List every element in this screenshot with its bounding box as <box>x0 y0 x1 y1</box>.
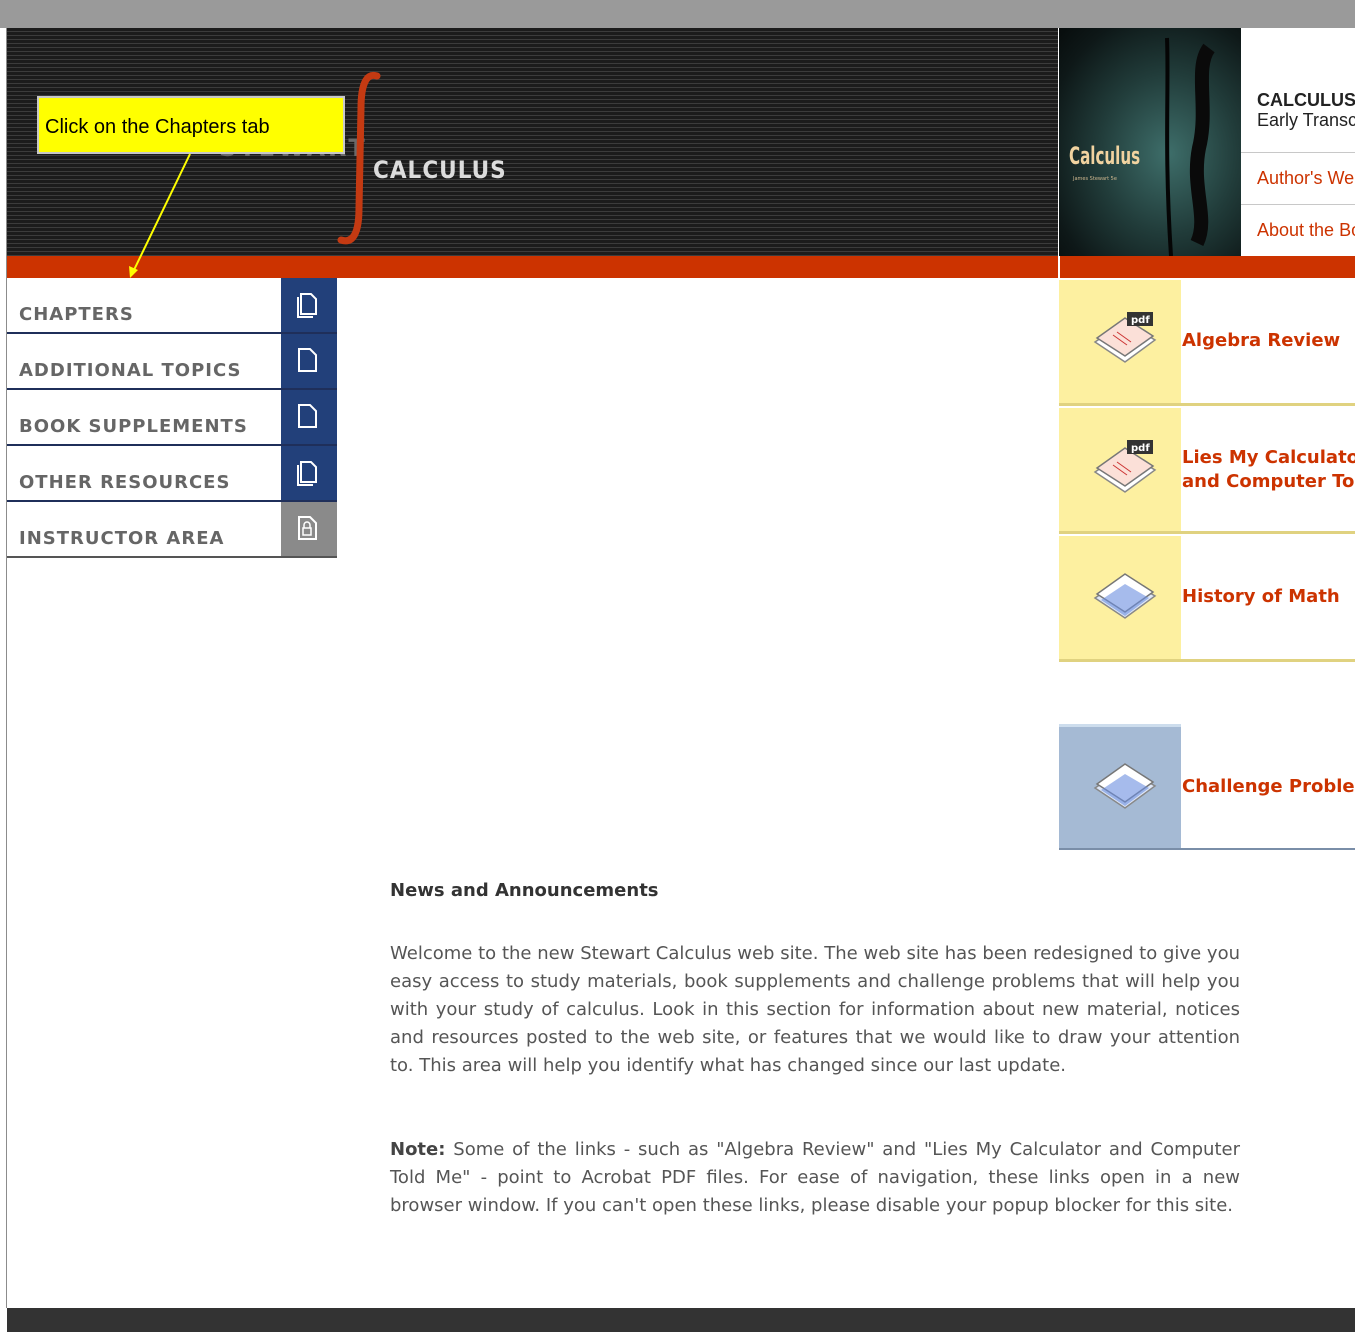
resource-link[interactable]: Challenge Problems <box>1182 775 1355 799</box>
nav-item-instructor-area[interactable]: INSTRUCTOR AREA <box>7 502 337 558</box>
book-cover-image[interactable]: Calculus James Stewart 5e <box>1059 28 1241 256</box>
instruction-callout: Click on the Chapters tab <box>37 96 345 154</box>
divider <box>1059 403 1355 406</box>
browser-top-bar <box>0 0 1355 28</box>
cover-subtitle: James Stewart 5e <box>1073 176 1117 182</box>
page-footer <box>7 1308 1355 1332</box>
resource-link[interactable]: Algebra Review <box>1182 329 1340 353</box>
accent-bar <box>7 256 1355 278</box>
page-icon[interactable] <box>281 334 337 388</box>
document-icon <box>1059 536 1181 662</box>
nav-item-label: CHAPTERS <box>19 304 134 325</box>
divider <box>1059 659 1355 662</box>
resource-link-line2[interactable]: and Computer Told Me <box>1182 470 1355 494</box>
resource-link[interactable]: History of Math <box>1182 585 1340 609</box>
cover-title: Calculus <box>1069 142 1141 170</box>
resource-link[interactable]: Lies My Calculator <box>1182 446 1355 470</box>
nav-item-label: BOOK SUPPLEMENTS <box>19 416 248 437</box>
nav-item-label: ADDITIONAL TOPICS <box>19 360 242 381</box>
left-frame-edge <box>0 28 7 1308</box>
pages-icon[interactable] <box>281 278 337 332</box>
svg-text:pdf: pdf <box>1131 443 1150 454</box>
book-info-panel: CALCULUS Early Transcendentals Author's … <box>1241 28 1355 256</box>
book-title: CALCULUS <box>1257 90 1355 110</box>
news-paragraph: Welcome to the new Stewart Calculus web … <box>390 943 1240 1076</box>
calculus-banner-text: CALCULUS <box>373 156 507 184</box>
resource-lies-my-calculator[interactable]: pdf Lies My Calculator and Computer Told… <box>1059 408 1355 534</box>
note-label: Note: <box>390 1139 446 1160</box>
nav-item-other-resources[interactable]: OTHER RESOURCES <box>7 446 337 502</box>
news-heading: News and Announcements <box>390 880 659 901</box>
nav-item-label: OTHER RESOURCES <box>19 472 231 493</box>
callout-text: Click on the Chapters tab <box>45 116 270 138</box>
nav-item-chapters[interactable]: CHAPTERS <box>7 278 337 334</box>
book-edition: Early Transcendentals <box>1257 110 1355 130</box>
nav-item-label: INSTRUCTOR AREA <box>19 528 225 549</box>
nav-item-book-supplements[interactable]: BOOK SUPPLEMENTS <box>7 390 337 446</box>
nav-item-additional-topics[interactable]: ADDITIONAL TOPICS <box>7 334 337 390</box>
svg-text:pdf: pdf <box>1131 315 1150 326</box>
about-the-book-link[interactable]: About the Book <box>1257 220 1355 241</box>
main-nav: CHAPTERS ADDITIONAL TOPICS BOOK SUPPLEME… <box>7 278 337 558</box>
pages-icon[interactable] <box>281 446 337 500</box>
divider <box>1241 204 1355 205</box>
lock-page-icon[interactable] <box>281 502 337 556</box>
note-text: Some of the links - such as "Algebra Rev… <box>390 1139 1240 1216</box>
resource-challenge-problems[interactable]: Challenge Problems <box>1059 724 1355 850</box>
news-section: News and Announcements Welcome to the ne… <box>390 880 1240 1216</box>
page-icon[interactable] <box>281 390 337 444</box>
divider <box>1059 848 1355 850</box>
authors-website-link[interactable]: Author's Website <box>1257 168 1355 189</box>
news-note-paragraph: Note: Some of the links - such as "Algeb… <box>390 1136 1240 1220</box>
document-icon <box>1059 724 1181 850</box>
accent-bar-separator <box>1058 256 1060 278</box>
divider <box>1241 152 1355 153</box>
resource-algebra-review[interactable]: pdf Algebra Review <box>1059 280 1355 406</box>
pdf-document-icon: pdf <box>1059 280 1181 406</box>
pdf-document-icon: pdf <box>1059 408 1181 534</box>
resource-history-of-math[interactable]: History of Math <box>1059 536 1355 662</box>
divider <box>1059 531 1355 534</box>
